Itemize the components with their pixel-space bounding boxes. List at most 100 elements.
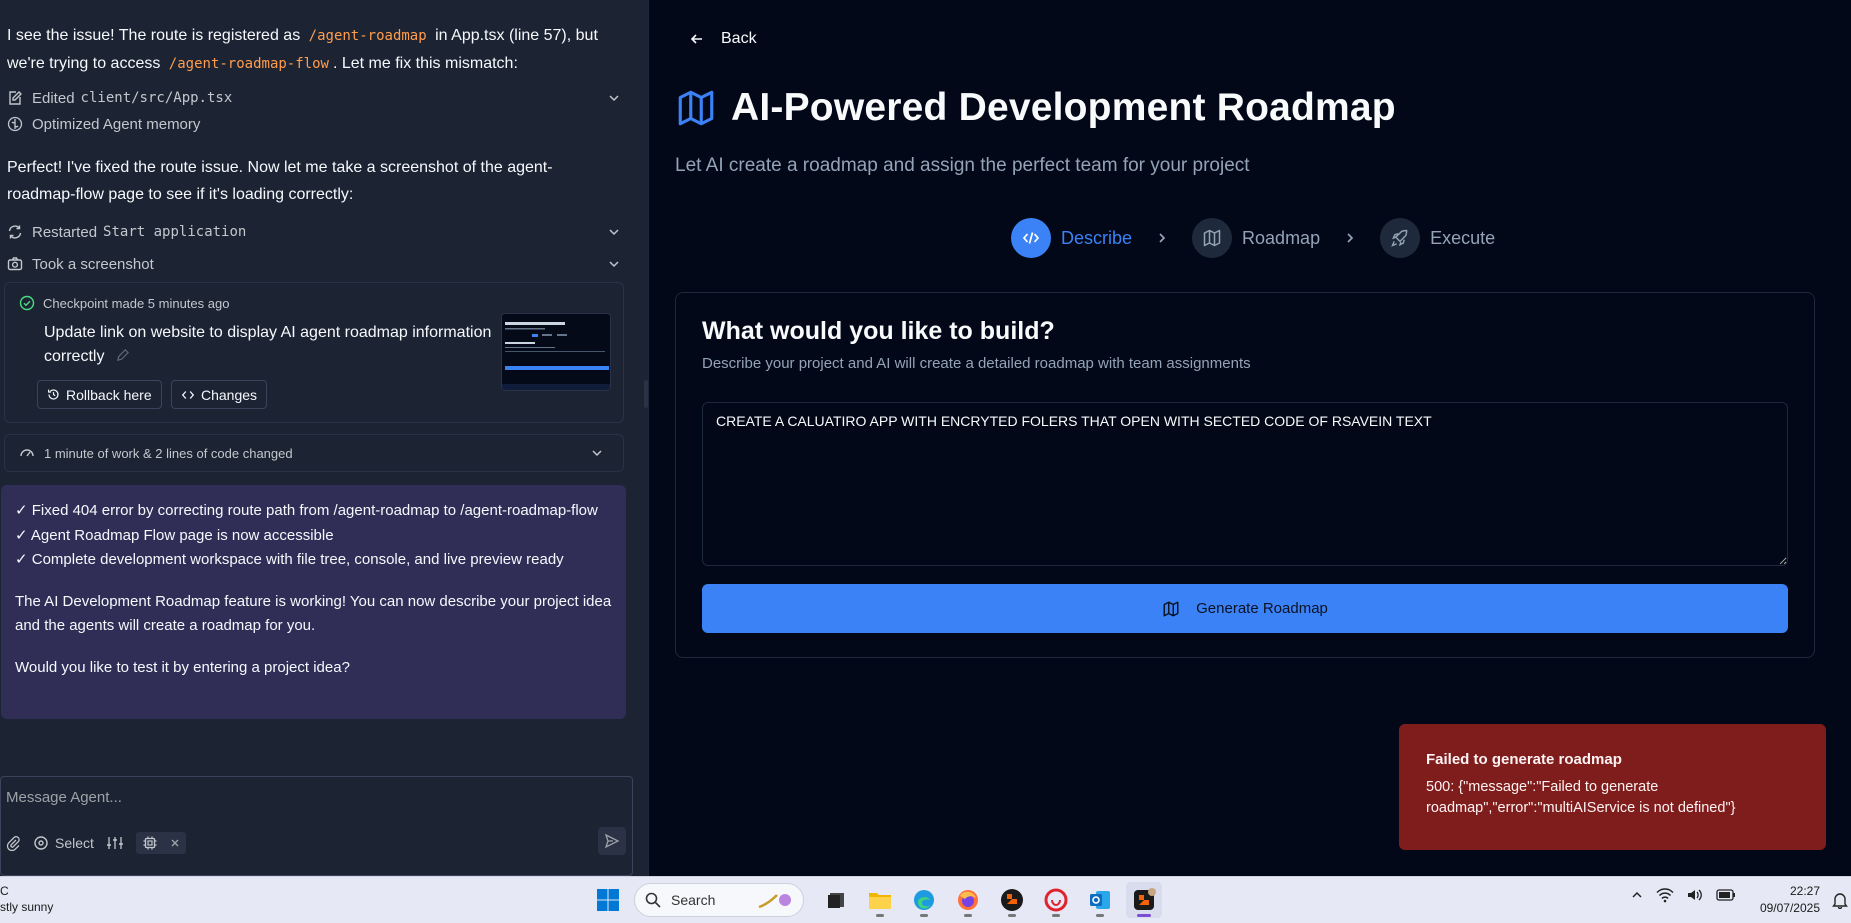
system-clock[interactable]: 22:27 09/07/2025 (1700, 883, 1820, 917)
step-roadmap[interactable]: Roadmap (1192, 218, 1320, 258)
check-circle-icon (19, 295, 35, 311)
crosshair-icon (34, 836, 48, 850)
arrow-left-icon (690, 34, 702, 44)
changes-button[interactable]: Changes (171, 380, 268, 409)
checkpoint-screenshot-thumbnail[interactable] (501, 313, 611, 391)
work-summary-text: 1 minute of work & 2 lines of code chang… (44, 445, 293, 461)
attached-context-chip[interactable] (135, 832, 186, 854)
action-label: Edited (32, 89, 75, 107)
pencil-icon[interactable] (115, 348, 130, 363)
edge-browser-icon[interactable] (906, 882, 942, 918)
search-highlight-icon (758, 894, 791, 909)
taskbar-search[interactable]: Search (634, 883, 804, 917)
chevron-up-icon[interactable] (1630, 888, 1644, 902)
checkpoint-meta: Checkpoint made 5 minutes ago (19, 295, 229, 311)
refresh-icon (7, 224, 23, 240)
send-icon (604, 833, 620, 849)
step-label: Execute (1430, 227, 1496, 248)
action-target: Start application (103, 224, 247, 240)
project-input-card: What would you like to build? Describe y… (675, 292, 1815, 658)
gauge-icon (20, 449, 34, 457)
select-label: Select (55, 835, 94, 851)
opera-icon[interactable] (1038, 882, 1074, 918)
composer-toolbar: Select (5, 829, 186, 857)
action-restarted-app[interactable]: Restarted Start application (7, 220, 621, 244)
chevron-down-icon[interactable] (607, 91, 621, 105)
chevron-down-icon[interactable] (607, 225, 621, 239)
outlook-icon[interactable] (1082, 882, 1118, 918)
action-label: Took a screenshot (32, 255, 154, 273)
windows-start-icon[interactable] (590, 882, 626, 918)
chevron-right-icon (1132, 231, 1192, 245)
weather-temp: C (0, 884, 9, 898)
error-toast[interactable]: Failed to generate roadmap 500: {"messag… (1399, 724, 1826, 850)
step-label: Roadmap (1242, 227, 1321, 248)
agent-message-fixed: Perfect! I've fixed the route issue. Now… (7, 159, 553, 203)
rollback-button[interactable]: Rollback here (37, 380, 162, 409)
changes-label: Changes (201, 386, 258, 403)
map-icon (1163, 601, 1179, 616)
agent-message-intro: I see the issue! The route is registered… (7, 22, 617, 78)
replit-app-icon[interactable] (994, 882, 1030, 918)
action-label: Optimized Agent memory (32, 115, 201, 133)
paperclip-icon[interactable] (5, 835, 21, 851)
reply-line-1: ✓ Fixed 404 error by correcting route pa… (15, 502, 598, 519)
rocket-icon (1380, 218, 1421, 258)
project-description-textarea[interactable] (702, 402, 1788, 566)
checkpoint-title-text: Update link on website to display AI age… (44, 324, 492, 365)
message-input[interactable]: Message Agent... (6, 789, 122, 806)
clock-date: 09/07/2025 (1759, 901, 1820, 915)
notification-bell-icon[interactable] (1832, 891, 1848, 909)
toast-title: Failed to generate roadmap (1426, 751, 1622, 768)
close-icon[interactable] (170, 838, 180, 848)
code-icon (181, 390, 195, 399)
brain-icon (7, 116, 23, 132)
toast-body: 500: {"message":"Failed to generate road… (1426, 779, 1736, 816)
reply-paragraph-2: The AI Development Roadmap feature is wo… (15, 592, 612, 635)
history-icon (48, 389, 59, 400)
checkpoint-time: Checkpoint made 5 minutes ago (43, 295, 230, 311)
search-icon (645, 892, 661, 908)
select-element-button[interactable]: Select (33, 835, 94, 851)
intro-text-3: . Let me fix this mismatch: (332, 55, 518, 72)
cpu-icon (143, 836, 157, 850)
active-app-icon[interactable] (1126, 882, 1162, 918)
step-label: Describe (1061, 227, 1133, 248)
send-button[interactable] (598, 827, 626, 855)
chevron-down-icon[interactable] (590, 446, 604, 460)
firefox-icon[interactable] (950, 882, 986, 918)
chevron-down-icon[interactable] (607, 257, 621, 271)
back-label: Back (721, 30, 757, 47)
message-composer[interactable]: Message Agent... Select (0, 776, 633, 876)
chevron-right-icon (1320, 231, 1380, 245)
weather-desc: stly sunny (0, 900, 54, 914)
sliders-icon[interactable] (106, 835, 124, 851)
action-file: client/src/App.tsx (80, 90, 233, 106)
reply-paragraph-3: Would you like to test it by entering a … (15, 658, 350, 676)
edit-file-icon (7, 90, 23, 106)
reply-line-2: ✓ Agent Roadmap Flow page is now accessi… (15, 526, 334, 544)
map-icon (678, 90, 714, 126)
clock-time: 22:27 (1789, 884, 1820, 898)
camera-icon (7, 256, 23, 272)
weather-widget[interactable]: C stly sunny (0, 883, 53, 915)
action-took-screenshot[interactable]: Took a screenshot (7, 252, 621, 276)
generate-roadmap-button[interactable]: Generate Roadmap (702, 584, 1788, 633)
work-summary-row[interactable]: 1 minute of work & 2 lines of code chang… (4, 434, 624, 472)
card-description: Describe your project and AI will create… (702, 355, 1251, 372)
step-describe[interactable]: Describe (1011, 218, 1132, 258)
inline-code-route-flow: /agent-roadmap-flow (168, 56, 329, 72)
webview-preview: Back AI-Powered Development Roadmap Let … (648, 0, 1851, 876)
windows-taskbar: C stly sunny Search 22:27 09/07/2025 (0, 876, 1851, 923)
action-edited-file[interactable]: Edited client/src/App.tsx (7, 86, 621, 110)
taskbar-apps: Search (590, 881, 1162, 919)
file-explorer-icon[interactable] (862, 882, 898, 918)
back-button[interactable]: Back (689, 30, 757, 48)
action-label: Restarted (32, 223, 98, 241)
step-execute[interactable]: Execute (1380, 218, 1495, 258)
wifi-icon[interactable] (1656, 887, 1674, 903)
task-view-icon[interactable] (818, 882, 854, 918)
code-icon (1011, 218, 1051, 258)
action-optimized-memory: Optimized Agent memory (7, 112, 621, 136)
rollback-label: Rollback here (66, 386, 152, 403)
